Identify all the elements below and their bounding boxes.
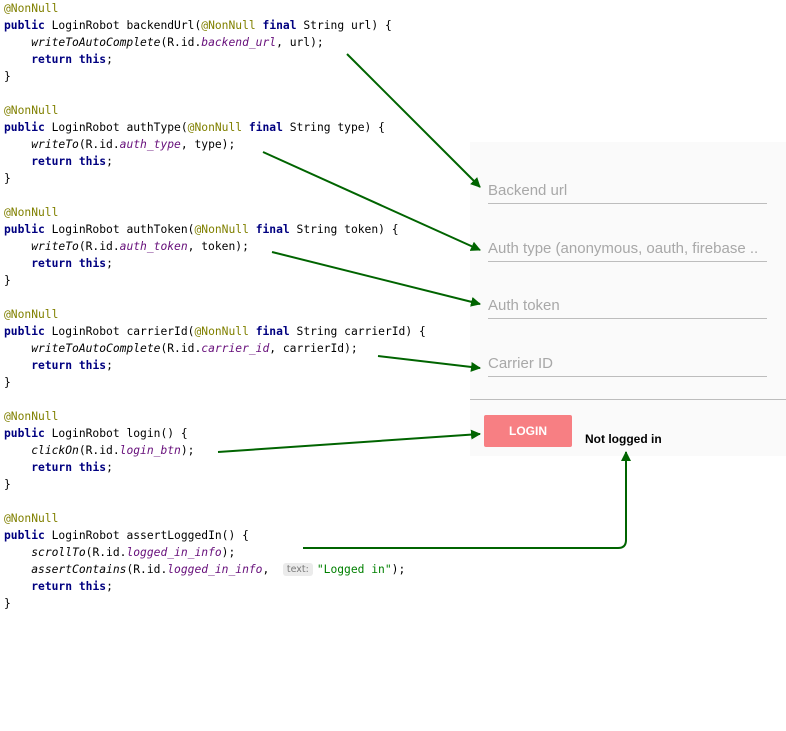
arrow-auth-token xyxy=(271,251,481,307)
arrow-login-button xyxy=(217,429,481,453)
arrow-carrier-id xyxy=(377,355,481,372)
arrow-backend-url xyxy=(346,53,481,188)
arrow-auth-type xyxy=(262,151,481,251)
arrow-logged-in-info xyxy=(303,451,631,549)
annotation-arrows xyxy=(217,53,631,549)
